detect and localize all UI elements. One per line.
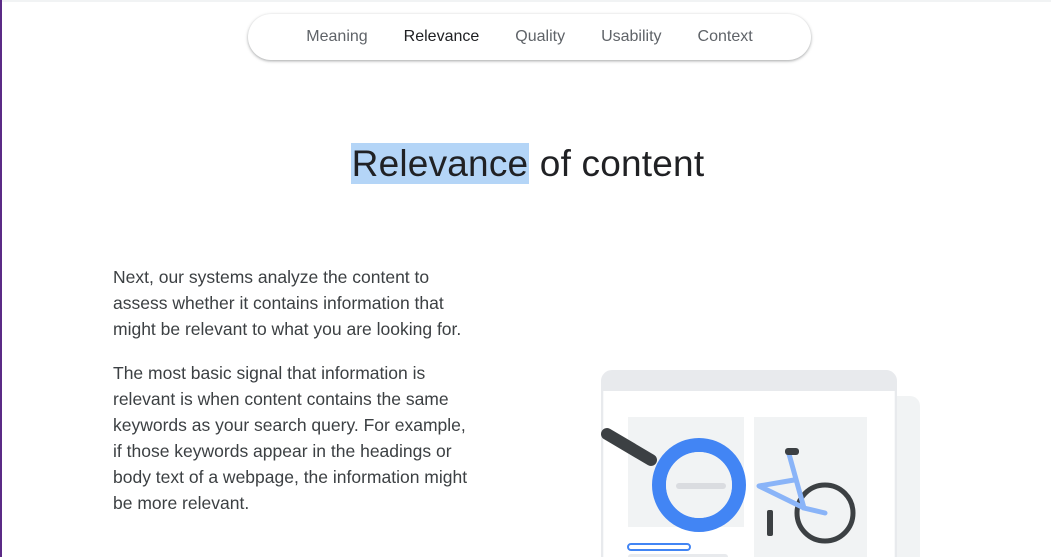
- title-rest: of content: [529, 142, 705, 184]
- magnifier-bicycle-illustration: [601, 370, 920, 557]
- topic-nav: Meaning Relevance Quality Usability Cont…: [248, 14, 811, 60]
- page-title: Relevance of content: [2, 142, 1051, 185]
- nav-item-context[interactable]: Context: [680, 28, 771, 46]
- top-divider: [2, 0, 1051, 2]
- page: Meaning Relevance Quality Usability Cont…: [0, 0, 1051, 557]
- paragraph-1: Next, our systems analyze the content to…: [113, 267, 462, 339]
- paragraph-2: The most basic signal that information i…: [113, 363, 468, 513]
- card-header-fill: [602, 381, 896, 391]
- nav-item-meaning[interactable]: Meaning: [288, 28, 385, 46]
- bicycle-pedal: [767, 510, 773, 536]
- body-text: Next, our systems analyze the content to…: [113, 264, 471, 534]
- nav-item-usability[interactable]: Usability: [583, 28, 679, 46]
- nav-item-quality[interactable]: Quality: [497, 28, 583, 46]
- bicycle-seat: [785, 448, 799, 455]
- title-highlighted-word: Relevance: [350, 142, 530, 184]
- nav-item-relevance[interactable]: Relevance: [386, 28, 498, 46]
